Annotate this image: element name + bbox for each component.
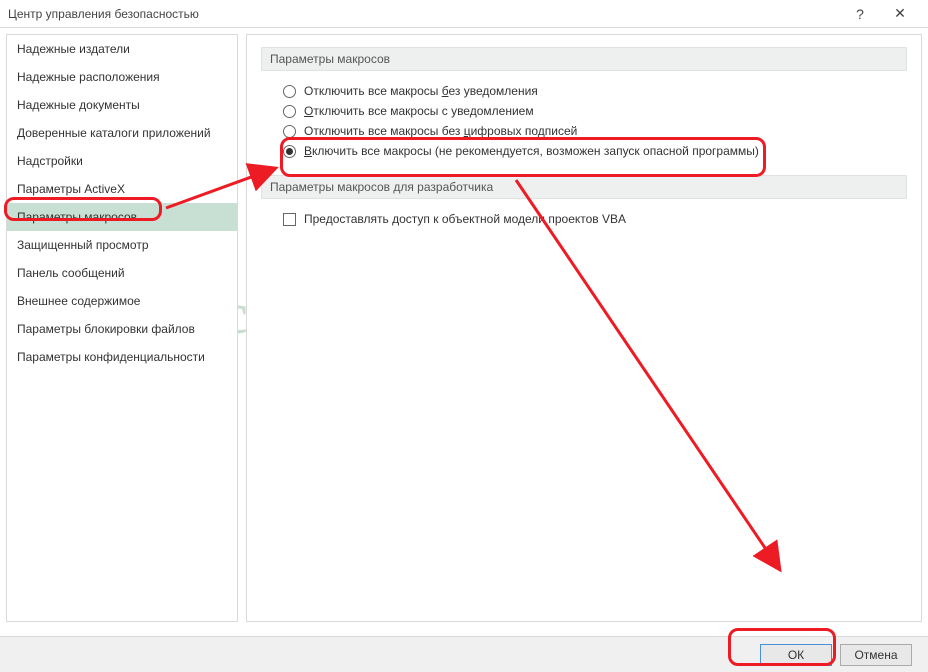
radio-icon bbox=[283, 105, 296, 118]
sidebar-item-5[interactable]: Параметры ActiveX bbox=[7, 175, 237, 203]
macro-radio-3[interactable]: Включить все макросы (не рекомендуется, … bbox=[261, 141, 907, 161]
sidebar: Надежные издателиНадежные расположенияНа… bbox=[6, 34, 238, 622]
vba-access-label: Предоставлять доступ к объектной модели … bbox=[304, 212, 626, 226]
radio-label: Отключить все макросы без уведомления bbox=[304, 84, 538, 98]
sidebar-item-3[interactable]: Доверенные каталоги приложений bbox=[7, 119, 237, 147]
main-area: Надежные издателиНадежные расположенияНа… bbox=[0, 28, 928, 628]
sidebar-item-6[interactable]: Параметры макросов bbox=[7, 203, 237, 231]
sidebar-item-4[interactable]: Надстройки bbox=[7, 147, 237, 175]
content-panel: Параметры макросов Отключить все макросы… bbox=[246, 34, 922, 622]
macro-radio-0[interactable]: Отключить все макросы без уведомления bbox=[261, 81, 907, 101]
ok-button[interactable]: ОК bbox=[760, 644, 832, 666]
help-button[interactable]: ? bbox=[840, 0, 880, 28]
sidebar-item-0[interactable]: Надежные издатели bbox=[7, 35, 237, 63]
radio-icon bbox=[283, 145, 296, 158]
sidebar-item-8[interactable]: Панель сообщений bbox=[7, 259, 237, 287]
close-button[interactable]: ✕ bbox=[880, 0, 920, 28]
macro-radio-1[interactable]: Отключить все макросы с уведомлением bbox=[261, 101, 907, 121]
sidebar-item-2[interactable]: Надежные документы bbox=[7, 91, 237, 119]
group-macro-settings-header: Параметры макросов bbox=[261, 47, 907, 71]
vba-access-checkbox-row[interactable]: Предоставлять доступ к объектной модели … bbox=[261, 209, 907, 229]
radio-icon bbox=[283, 125, 296, 138]
sidebar-item-10[interactable]: Параметры блокировки файлов bbox=[7, 315, 237, 343]
sidebar-item-7[interactable]: Защищенный просмотр bbox=[7, 231, 237, 259]
macro-radio-2[interactable]: Отключить все макросы без цифровых подпи… bbox=[261, 121, 907, 141]
dialog-footer: ОК Отмена bbox=[0, 636, 928, 672]
radio-label: Отключить все макросы без цифровых подпи… bbox=[304, 124, 577, 138]
radio-label: Отключить все макросы с уведомлением bbox=[304, 104, 534, 118]
group-dev-macro-header: Параметры макросов для разработчика bbox=[261, 175, 907, 199]
window-title: Центр управления безопасностью bbox=[8, 7, 840, 21]
titlebar: Центр управления безопасностью ? ✕ bbox=[0, 0, 928, 28]
radio-icon bbox=[283, 85, 296, 98]
checkbox-icon bbox=[283, 213, 296, 226]
sidebar-item-9[interactable]: Внешнее содержимое bbox=[7, 287, 237, 315]
radio-label: Включить все макросы (не рекомендуется, … bbox=[304, 144, 759, 158]
sidebar-item-11[interactable]: Параметры конфиденциальности bbox=[7, 343, 237, 371]
sidebar-item-1[interactable]: Надежные расположения bbox=[7, 63, 237, 91]
macro-radio-group: Отключить все макросы без уведомления Отк… bbox=[261, 81, 907, 161]
cancel-button[interactable]: Отмена bbox=[840, 644, 912, 666]
